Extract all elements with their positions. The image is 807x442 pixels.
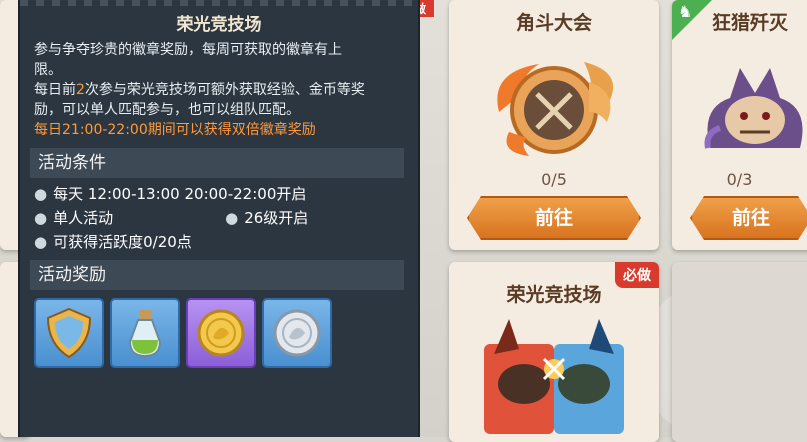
activity-card-hunt[interactable]: ♞ 狂猎歼灭 0/3 前往 xyxy=(672,0,807,250)
condition-activity: 可获得活跃度0/20点 xyxy=(53,233,192,251)
rewards-list xyxy=(20,290,418,368)
desc-line-3-b: 次参与荣光竞技场可额外获取经验、金币等奖 xyxy=(84,82,365,98)
card-progress: 0/5 xyxy=(541,170,567,189)
shield-badge-icon xyxy=(46,307,92,359)
reward-item-gold-coin[interactable] xyxy=(186,298,256,368)
gold-coin-icon xyxy=(197,309,245,357)
conditions-header: 活动条件 xyxy=(30,148,404,178)
card-title: 狂猎歼灭 xyxy=(712,12,789,34)
reward-item-potion[interactable] xyxy=(110,298,180,368)
dragons-clash-icon xyxy=(474,314,634,439)
panel-title: 荣光竞技场 xyxy=(176,15,262,35)
go-button-arena[interactable]: 前往 xyxy=(467,196,641,240)
desc-line-3: 每日前2次参与荣光竞技场可额外获取经验、金币等奖 xyxy=(34,80,408,100)
bullet-icon: ● xyxy=(34,209,48,227)
panel-top-border xyxy=(20,0,418,6)
card-title: 角斗大会 xyxy=(515,12,592,34)
desc-line-3-highlight: 2 xyxy=(76,82,85,98)
go-button-hunt[interactable]: 前往 xyxy=(690,196,807,240)
silver-coin-icon xyxy=(273,309,321,357)
monster-boss-icon xyxy=(700,58,807,158)
desc-line-3-a: 每日前 xyxy=(34,82,76,98)
desc-line-5-double-reward: 每日21:00-22:00期间可以获得双倍徽章奖励 xyxy=(34,122,316,138)
condition-time: 每天 12:00-13:00 20:00-22:00开启 xyxy=(53,185,307,203)
reward-item-shield[interactable] xyxy=(34,298,104,368)
bullet-icon: ● xyxy=(34,185,48,203)
potion-bottle-icon xyxy=(128,310,162,358)
empty-card-slot xyxy=(672,262,807,442)
activity-card-glory[interactable]: 必做 荣光竞技场 xyxy=(449,262,659,442)
bullet-icon: ● xyxy=(34,233,48,251)
desc-line-4: 励，可以单人匹配参与，也可以组队匹配。 xyxy=(34,102,300,118)
condition-mode: 单人活动 xyxy=(53,209,114,227)
activity-card-arena[interactable]: 角斗大会 0/5 前往 xyxy=(449,0,659,250)
card-progress: 0/3 xyxy=(726,170,753,189)
conditions-list: ● 每天 12:00-13:00 20:00-22:00开启 ● 单人活动 ● 26级… xyxy=(20,178,418,254)
activity-detail-panel: 荣光竞技场 参与争夺珍贵的徽章奖励，每周可获取的徽章有上 限。 每日前2次参与荣… xyxy=(18,0,420,437)
rewards-header: 活动奖励 xyxy=(30,260,404,290)
bullet-icon: ● xyxy=(225,209,239,227)
crossed-swords-emblem-icon xyxy=(479,52,629,162)
desc-line-1: 参与争夺珍贵的徽章奖励，每周可获取的徽章有上 xyxy=(34,42,342,58)
activity-description: 参与争夺珍贵的徽章奖励，每周可获取的徽章有上 限。 每日前2次参与荣光竞技场可额… xyxy=(20,34,418,140)
desc-line-2: 限。 xyxy=(34,62,62,78)
cat-icon: ♞ xyxy=(678,2,693,21)
card-title: 荣光竞技场 xyxy=(506,284,602,306)
condition-level: 26级开启 xyxy=(244,209,309,227)
reward-item-silver-coin[interactable] xyxy=(262,298,332,368)
